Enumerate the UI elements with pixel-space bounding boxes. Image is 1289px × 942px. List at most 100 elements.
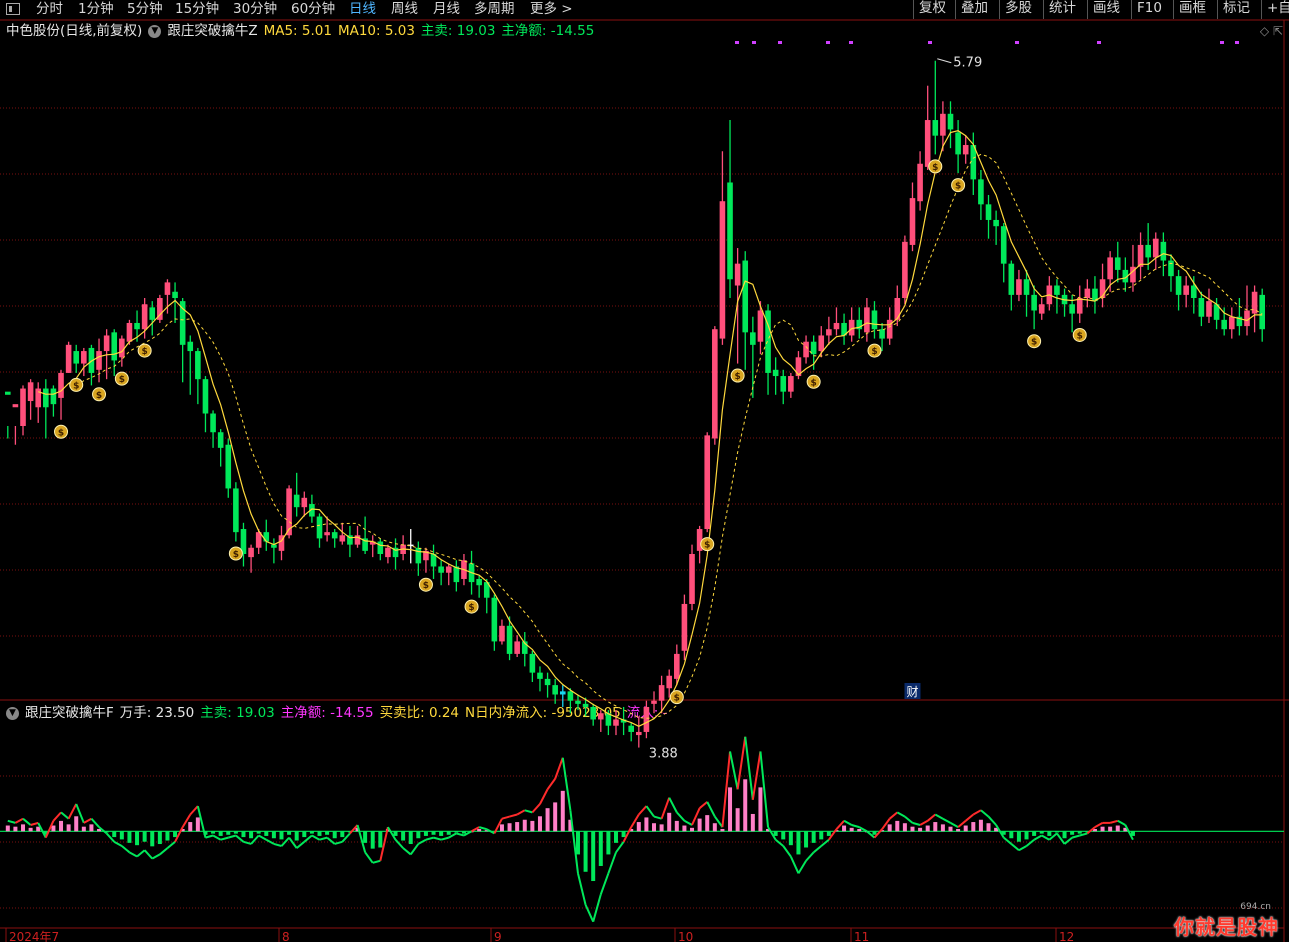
flow-bar — [287, 831, 292, 835]
flow-bar — [1100, 826, 1105, 832]
flow-line-segment — [1079, 832, 1088, 837]
candle-body — [772, 369, 779, 377]
candle-body — [491, 597, 498, 642]
candle-body — [210, 413, 216, 433]
candle-body — [1228, 316, 1235, 330]
candle-body — [293, 494, 300, 508]
flow-bar — [971, 822, 976, 832]
candle-body — [248, 547, 254, 558]
signal-dot — [849, 41, 853, 44]
flow-bar — [1032, 831, 1037, 836]
flow-bar — [431, 831, 436, 835]
candle-body — [978, 179, 984, 205]
flow-line-segment — [319, 836, 328, 841]
flow-bar — [591, 831, 596, 882]
flow-bar — [226, 831, 231, 835]
flow-line-segment — [273, 842, 282, 847]
date-label: 9 — [494, 930, 502, 942]
flow-line-segment — [334, 840, 343, 845]
candle-body — [932, 120, 939, 136]
candle-body — [712, 329, 718, 439]
candle-body — [506, 625, 513, 654]
flow-bar — [294, 831, 299, 841]
flow-bar — [13, 826, 18, 832]
flow-bar — [1054, 831, 1059, 833]
flow-line-segment — [326, 836, 336, 845]
candle-body — [803, 341, 809, 358]
flow-bar — [165, 831, 170, 841]
flow-line-segment — [653, 815, 662, 820]
flow-line-segment — [1033, 834, 1043, 841]
flow-line-segment — [615, 841, 625, 853]
candle-body — [126, 322, 133, 342]
flow-line-segment — [30, 821, 39, 826]
flow-bar — [735, 808, 740, 832]
candle-body — [119, 338, 125, 358]
ma5-line — [38, 130, 1263, 727]
flow-bar — [659, 824, 664, 832]
candle-body — [134, 322, 140, 330]
money-bag-glyph: $ — [119, 375, 125, 385]
candle-body — [582, 703, 589, 707]
flow-line-segment — [1003, 836, 1012, 845]
candle-body — [324, 532, 330, 536]
flow-line-segment — [456, 832, 465, 837]
flow-bar — [370, 831, 375, 849]
candle-body — [1000, 226, 1007, 264]
chart-canvas[interactable]: $ $ $ $ $ $ $ $ $ $ $ $ $ $ $ $ $5.79 3.88 财 2024年7 8 9 10 11 12 — [0, 0, 1289, 942]
candle-body — [1023, 279, 1030, 295]
flow-line-segment — [159, 847, 169, 856]
candle-body — [559, 691, 566, 695]
flow-bar — [667, 812, 672, 832]
candle-body — [1084, 288, 1091, 298]
flow-bar — [690, 827, 695, 832]
flow-line-segment — [394, 839, 404, 849]
flow-bar — [826, 831, 831, 836]
flow-line-segment — [645, 805, 655, 818]
candle-body — [810, 341, 817, 355]
candle-body — [636, 731, 642, 736]
flow-bar — [233, 831, 238, 834]
flow-line-segment — [965, 813, 974, 822]
candle-body — [681, 603, 688, 651]
flow-bar — [750, 813, 755, 832]
flow-line-segment — [524, 809, 533, 814]
candle-body — [658, 685, 665, 701]
candle-body — [377, 541, 384, 554]
candle-body — [567, 691, 574, 701]
flow-line-segment — [782, 845, 792, 858]
high-price-label: 5.79 — [953, 56, 982, 71]
flow-bar — [553, 802, 558, 832]
candle-body — [674, 653, 680, 679]
flow-line-segment — [151, 853, 161, 860]
flow-line-segment — [372, 859, 381, 864]
flow-line-segment — [1117, 819, 1126, 826]
flow-bar — [142, 831, 147, 842]
candle-body — [331, 532, 338, 539]
candle-body — [590, 706, 596, 720]
date-label: 11 — [854, 930, 869, 942]
candle-body — [149, 307, 156, 320]
candle-body — [217, 432, 224, 448]
signal-dot — [1015, 41, 1019, 44]
candle-body — [864, 307, 870, 333]
candle-body — [727, 182, 733, 280]
flow-bar — [74, 816, 79, 832]
candle-body — [438, 566, 444, 573]
flow-bar — [1077, 831, 1082, 834]
flow-line-segment — [896, 811, 906, 818]
flow-bar — [674, 820, 679, 832]
flow-line-segment — [509, 813, 518, 818]
flow-line-segment — [128, 851, 138, 858]
flow-bar — [249, 831, 254, 839]
candle-body — [628, 725, 634, 732]
candle-body — [902, 241, 908, 298]
flow-bar — [1115, 825, 1120, 832]
flow-bar — [1062, 831, 1067, 839]
flow-line-segment — [516, 809, 526, 816]
flow-line-segment — [577, 873, 587, 906]
flow-bar — [81, 826, 86, 832]
flow-line-segment — [409, 843, 420, 856]
flow-bar — [644, 817, 649, 832]
candle-body — [73, 351, 80, 364]
